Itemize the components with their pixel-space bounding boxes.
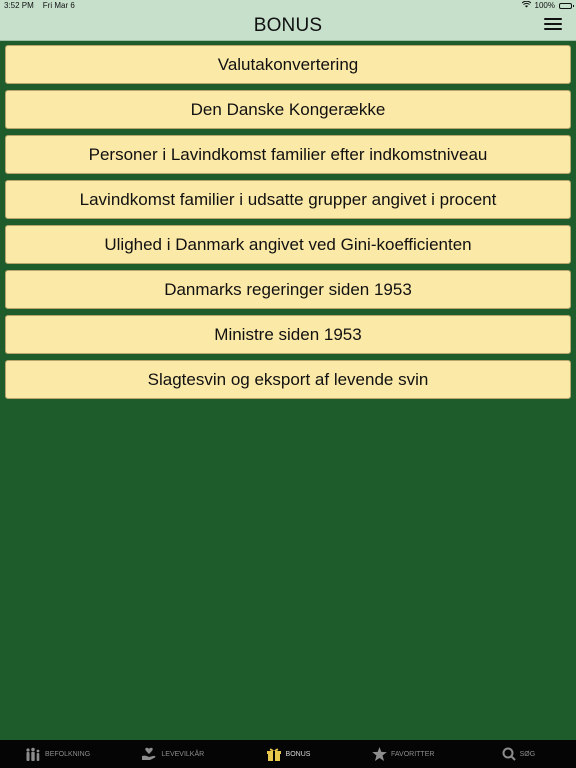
list-item-label: Ulighed i Danmark angivet ved Gini-koeff… (104, 234, 472, 254)
status-date: Fri Mar 6 (42, 1, 75, 10)
tab-befolkning[interactable]: BEFOLKNING (0, 740, 115, 768)
list-item-kongeraekke[interactable]: Den Danske Kongerække (5, 90, 571, 129)
tab-bonus[interactable]: BONUS (230, 740, 345, 768)
menu-icon (544, 18, 562, 20)
list-item-label: Den Danske Kongerække (190, 99, 386, 119)
list-item-label: Danmarks regeringer siden 1953 (164, 279, 412, 299)
people-icon (25, 747, 41, 761)
bonus-list: Valutakonvertering Den Danske Kongerække… (5, 45, 571, 405)
tab-label: BEFOLKNING (45, 750, 91, 758)
status-bar: 3:52 PM Fri Mar 6 100% (0, 0, 576, 12)
battery-percent: 100% (534, 1, 555, 10)
list-item-label: Slagtesvin og eksport af levende svin (147, 369, 429, 389)
menu-button[interactable] (544, 18, 562, 34)
list-item-lavindkomst-indkomstniveau[interactable]: Personer i Lavindkomst familier efter in… (5, 135, 571, 174)
list-item-valutakonvertering[interactable]: Valutakonvertering (5, 45, 571, 84)
page-title: BONUS (253, 15, 323, 36)
list-item-ministre[interactable]: Ministre siden 1953 (5, 315, 571, 354)
list-item-label: Ministre siden 1953 (214, 324, 362, 344)
list-item-label: Personer i Lavindkomst familier efter in… (88, 144, 488, 164)
battery-icon (559, 2, 574, 9)
tab-favoritter[interactable]: FAVORITTER (346, 740, 461, 768)
list-item-label: Valutakonvertering (217, 54, 359, 74)
list-item-lavindkomst-udsatte-grupper[interactable]: Lavindkomst familier i udsatte grupper a… (5, 180, 571, 219)
tab-label: FAVORITTER (390, 750, 435, 758)
tab-label: BONUS (285, 750, 311, 758)
wifi-icon (521, 0, 531, 10)
tab-bar: BEFOLKNING LEVEVILKÅR BONUS FAVORITTER S… (0, 740, 576, 768)
gift-icon (266, 747, 282, 761)
list-item-regeringer[interactable]: Danmarks regeringer siden 1953 (5, 270, 571, 309)
star-icon (372, 747, 387, 761)
navigation-bar: BONUS (0, 12, 576, 41)
status-time: 3:52 PM (4, 1, 34, 10)
tab-label: SØG (519, 750, 536, 758)
list-item-label: Lavindkomst familier i udsatte grupper a… (79, 189, 497, 209)
tab-sog[interactable]: SØG (461, 740, 576, 768)
list-item-gini-koefficient[interactable]: Ulighed i Danmark angivet ved Gini-koeff… (5, 225, 571, 264)
list-item-slagtesvin[interactable]: Slagtesvin og eksport af levende svin (5, 360, 571, 399)
heart-hand-icon (141, 747, 157, 761)
tab-label: LEVEVILKÅR (161, 750, 205, 758)
tab-levevilkar[interactable]: LEVEVILKÅR (115, 740, 230, 768)
search-icon (502, 747, 516, 761)
